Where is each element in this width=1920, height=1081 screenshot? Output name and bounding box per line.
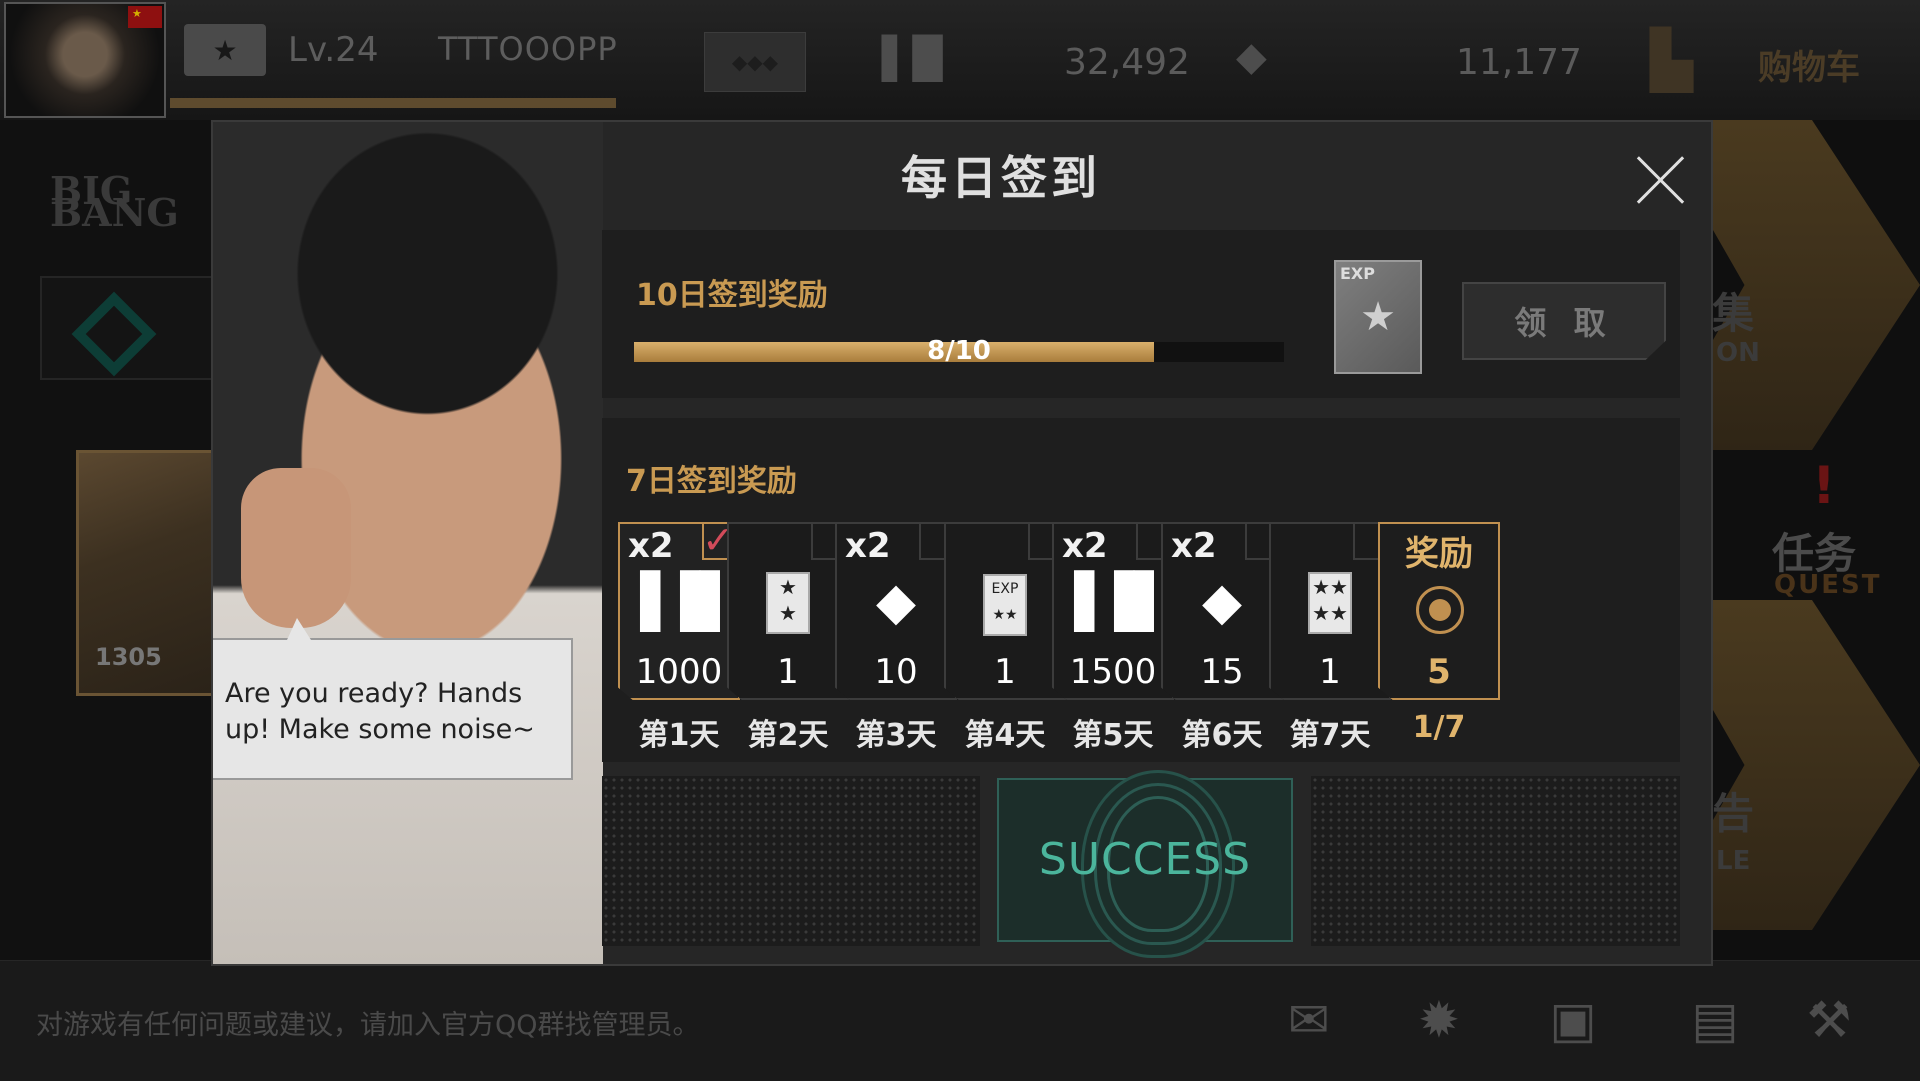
day-multiplier: x2 [1171, 526, 1217, 566]
claim-button[interactable]: 领 取 [1462, 282, 1666, 360]
day-quantity: 1000 [635, 652, 723, 692]
day-cell[interactable]: x2 ◆ 10 [835, 522, 957, 700]
notes-icon[interactable]: ▤ [1680, 990, 1750, 1050]
day-quantity: 1 [777, 652, 799, 692]
currency-bars-value: 32,492 [1064, 42, 1190, 83]
day-cell[interactable]: ★★ ★★ 1 [1269, 522, 1391, 700]
bonus-quantity: 5 [1427, 652, 1451, 692]
diamond-icon: ◆ [1236, 34, 1267, 80]
quest-label-en[interactable]: QUEST [1774, 570, 1881, 600]
day-label: 第4天 [964, 718, 1046, 753]
seven-day-title: 7日签到奖励 [626, 464, 797, 499]
hand-gesture [241, 468, 351, 628]
day-quantity: 1 [1319, 652, 1341, 692]
day-label: 第7天 [1289, 718, 1371, 753]
gift-icon[interactable]: ▣ [1538, 990, 1608, 1050]
alert-icon: ! [1812, 456, 1836, 516]
modal-title: 每日签到 [901, 151, 1101, 205]
day-label: 第1天 [638, 718, 720, 753]
artist-portrait [213, 122, 603, 964]
daily-checkin-modal: Are you ready? Hands up! Make some noise… [211, 120, 1713, 966]
ten-day-progress-text: 8/10 [927, 336, 991, 366]
player-level: Lv.24 [288, 30, 379, 70]
bigbang-logo: BIG BANG [50, 168, 179, 235]
day-quantity: 1500 [1069, 652, 1157, 692]
speech-bubble: Are you ready? Hands up! Make some noise… [213, 618, 573, 780]
success-label: SUCCESS [1038, 834, 1252, 885]
currency-diamond-value: 11,177 [1456, 42, 1582, 83]
bonus-cell[interactable]: 奖励 5 [1378, 522, 1500, 700]
card-power: 1305 [95, 643, 162, 671]
notice-text: 对游戏有任何问题或建议，请加入官方QQ群找管理员。 [36, 1010, 700, 1041]
diamond-icon: ◆ [1202, 572, 1242, 632]
day-quantity: 15 [1200, 652, 1244, 692]
star-badge-icon: ★ [184, 24, 266, 76]
day-cell[interactable]: x2 ▐▐▌ 1500 [1052, 522, 1174, 700]
player-avatar[interactable] [4, 2, 166, 118]
day-cell[interactable]: ★ ★ 1 [727, 522, 849, 700]
shop-label[interactable]: 购物车 [1758, 40, 1860, 89]
bars-icon: ▐▐▌ [1054, 572, 1174, 632]
diamond-icon: ◆ [876, 572, 916, 632]
artist-card[interactable]: 1305 [76, 450, 232, 696]
day-multiplier: x2 [1062, 526, 1108, 566]
dotted-panel-left [602, 776, 980, 946]
dotted-panel-right [1311, 776, 1680, 946]
day-label: 第3天 [855, 718, 937, 753]
four-star-card-icon: ★★ ★★ [1271, 572, 1389, 634]
exp-reward-card: EXP ★ [1334, 260, 1422, 374]
bonus-progress: 1/7 [1412, 710, 1466, 745]
close-icon[interactable] [1633, 152, 1689, 208]
left-side-panel: BIG BANG 1305 [0, 120, 232, 960]
seven-day-panel: 7日签到奖励 x2 ✓ ▐▐▌ 1000 ★ ★ 1 x2 ◆ 10 EXP ★★ … [602, 418, 1680, 762]
vip-badge[interactable]: ◆◆◆ [704, 32, 806, 92]
day-multiplier: x2 [845, 526, 891, 566]
day-label: 第2天 [747, 718, 829, 753]
mail-icon[interactable]: ✉ [1274, 990, 1344, 1050]
diamond-outline-icon [71, 291, 157, 377]
ten-day-progress-bar: 8/10 [634, 336, 1284, 366]
top-bar: ★ Lv.24 TTTOOOPP ◆◆◆ ▐▐▌ 32,492 ◆ 11,177… [0, 0, 1920, 121]
settings-icon[interactable]: ✹ [1404, 990, 1474, 1050]
exp-card-icon: EXP ★★ [946, 572, 1064, 636]
day-label: 第5天 [1072, 718, 1154, 753]
star-icon: ★ [1360, 294, 1396, 340]
day-cell[interactable]: x2 ✓ ▐▐▌ 1000 [618, 522, 740, 700]
day-label: 第6天 [1181, 718, 1263, 753]
bars-icon: ▐▐▌ [866, 36, 959, 82]
day-multiplier: x2 [628, 526, 674, 566]
day-cell[interactable]: x2 ◆ 15 [1161, 522, 1283, 700]
china-flag-icon [128, 6, 162, 28]
collection-label-en: ON [1716, 338, 1760, 368]
exp-reward-label: EXP [1340, 264, 1375, 283]
ten-day-panel: 10日签到奖励 8/10 EXP ★ 领 取 [602, 230, 1680, 398]
checkin-success-button[interactable]: SUCCESS [997, 778, 1293, 942]
mode-button[interactable] [40, 276, 224, 380]
bars-icon: ▐▐▌ [620, 572, 740, 632]
day-quantity: 1 [994, 652, 1016, 692]
one-star-card-icon: ★ ★ [729, 572, 847, 634]
player-xp-bar [170, 98, 616, 108]
cart-icon[interactable]: ▙ [1650, 28, 1693, 93]
bonus-title: 奖励 [1405, 534, 1473, 574]
collection-label: 集 [1712, 289, 1755, 338]
ten-day-title: 10日签到奖励 [636, 278, 828, 313]
day-quantity: 10 [874, 652, 918, 692]
player-name: TTTOOOPP [438, 30, 618, 68]
notice-label: 告 [1712, 789, 1755, 838]
day-cell[interactable]: EXP ★★ 1 [944, 522, 1066, 700]
notice-label-en: LE [1716, 846, 1751, 876]
medal-icon [1416, 586, 1464, 634]
tools-icon[interactable]: ⚒ [1794, 990, 1864, 1050]
